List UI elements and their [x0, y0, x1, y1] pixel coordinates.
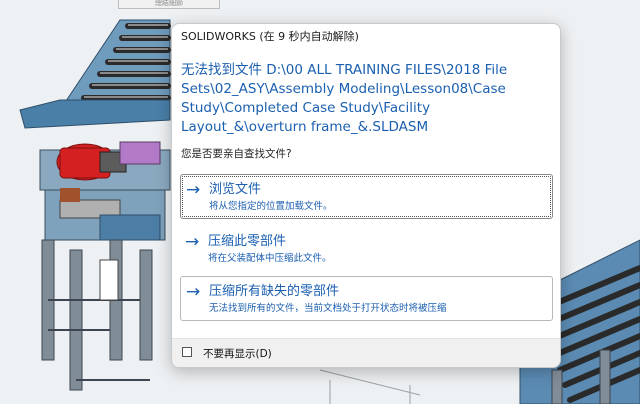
dont-show-again-label[interactable]: 不要再显示(D) — [203, 346, 272, 361]
missing-file-dialog: SOLIDWORKS (在 9 秒内自动解除) 无法找到文件 D:\00 ALL… — [171, 23, 561, 368]
option-title: 压缩所有缺失的零部件 — [209, 284, 340, 299]
dialog-footer: 不要再显示(D) — [172, 338, 560, 367]
option-description: 将从您指定的位置加载文件。 — [209, 201, 333, 212]
feature-tab[interactable]: 總結細節 — [118, 0, 220, 9]
option-description: 无法找到所有的文件，当前文档处于打开状态时将被压缩 — [209, 303, 447, 314]
browse-question: 您是否要亲自查找文件? — [181, 148, 292, 160]
option-title: 压缩此零部件 — [208, 234, 287, 249]
browse-file-option[interactable]: → 浏览文件 将从您指定的位置加载文件。 — [180, 174, 553, 219]
option-title: 浏览文件 — [209, 182, 262, 197]
arrow-right-icon: → — [185, 232, 200, 252]
suppress-all-missing-option[interactable]: → 压缩所有缺失的零部件 无法找到所有的文件，当前文档处于打开状态时将被压缩 — [180, 276, 553, 321]
arrow-right-icon: → — [186, 282, 201, 302]
dialog-title: SOLIDWORKS (在 9 秒内自动解除) — [181, 30, 359, 43]
option-description: 将在父装配体中压缩此文件。 — [208, 253, 332, 264]
missing-file-message: 无法找到文件 D:\00 ALL TRAINING FILES\2018 Fil… — [181, 62, 508, 135]
dont-show-again-checkbox[interactable] — [182, 347, 192, 357]
arrow-right-icon: → — [186, 180, 201, 200]
suppress-component-option[interactable]: → 压缩此零部件 将在父装配体中压缩此文件。 — [180, 227, 553, 272]
